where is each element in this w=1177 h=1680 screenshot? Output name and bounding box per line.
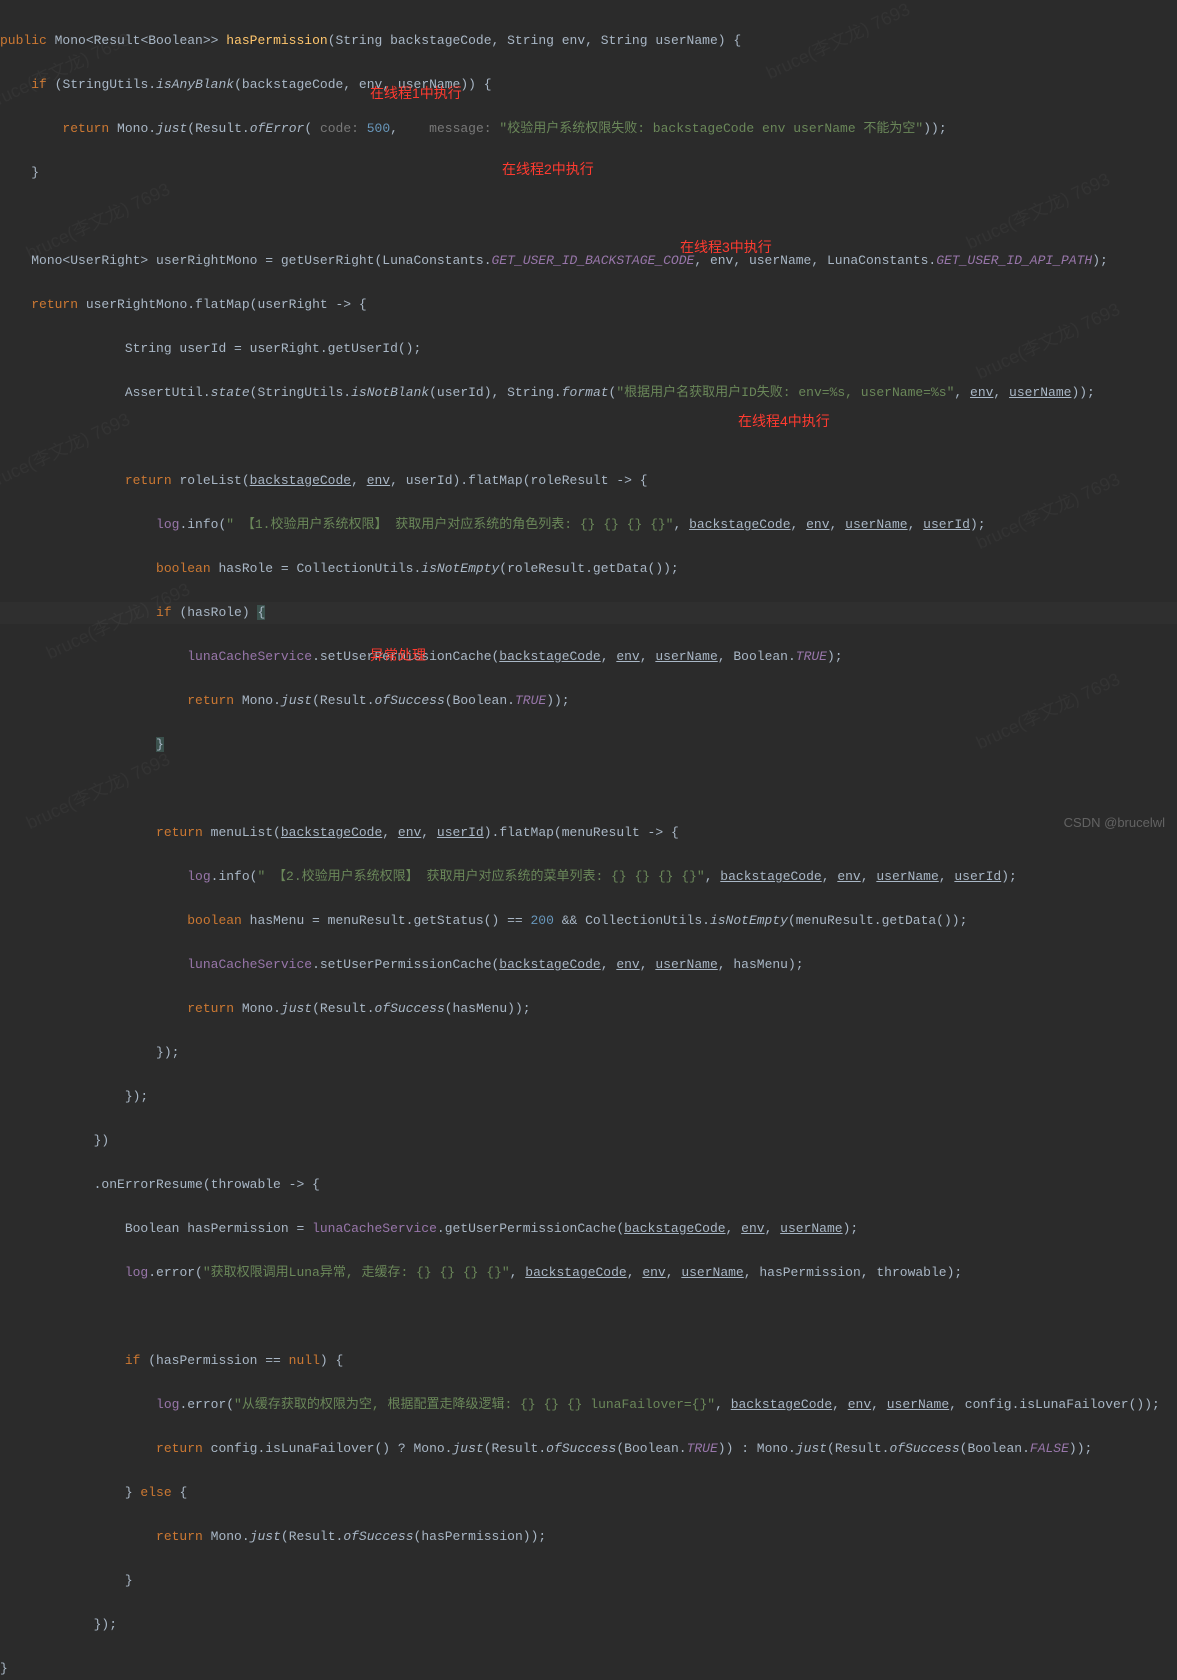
code-line: .onErrorResume(throwable -> { [0,1174,1177,1196]
annotation-thread2: 在线程2中执行 [502,158,594,180]
code-line: if (hasPermission == null) { [0,1350,1177,1372]
code-line: }); [0,1086,1177,1108]
code-line: return Mono.just(Result.ofSuccess(hasPer… [0,1526,1177,1548]
code-line: return Mono.just(Result.ofSuccess(Boolea… [0,690,1177,712]
code-line: boolean hasRole = CollectionUtils.isNotE… [0,558,1177,580]
code-line: log.error("从缓存获取的权限为空, 根据配置走降级逻辑: {} {} … [0,1394,1177,1416]
code-line: return menuList(backstageCode, env, user… [0,822,1177,844]
code-line: log.info(" 【1.校验用户系统权限】 获取用户对应系统的角色列表: {… [0,514,1177,536]
annotation-exception: 异常处理 [370,644,426,666]
footer-watermark: CSDN @brucelwl [1064,812,1165,834]
code-line: } [0,1570,1177,1592]
annotation-thread3: 在线程3中执行 [680,236,772,258]
code-line: }) [0,1130,1177,1152]
code-line [0,206,1177,228]
code-line: return roleList(backstageCode, env, user… [0,470,1177,492]
annotation-thread1: 在线程1中执行 [370,82,462,104]
code-line: String userId = userRight.getUserId(); [0,338,1177,360]
code-line: return userRightMono.flatMap(userRight -… [0,294,1177,316]
code-line: lunaCacheService.setUserPermissionCache(… [0,646,1177,668]
code-line: } [0,734,1177,756]
code-line: }); [0,1042,1177,1064]
code-editor: public Mono<Result<Boolean>> hasPermissi… [0,8,1177,1680]
annotation-thread4: 在线程4中执行 [738,410,830,432]
code-line-highlighted: if (hasRole) { [0,602,1177,624]
code-line: Mono<UserRight> userRightMono = getUserR… [0,250,1177,272]
code-line: log.info(" 【2.校验用户系统权限】 获取用户对应系统的菜单列表: {… [0,866,1177,888]
code-line [0,778,1177,800]
code-line: public Mono<Result<Boolean>> hasPermissi… [0,30,1177,52]
code-line: return config.isLunaFailover() ? Mono.ju… [0,1438,1177,1460]
code-line: return Mono.just(Result.ofError( code: 5… [0,118,1177,140]
code-line: return Mono.just(Result.ofSuccess(hasMen… [0,998,1177,1020]
code-line: }); [0,1614,1177,1636]
code-line: lunaCacheService.setUserPermissionCache(… [0,954,1177,976]
code-line [0,426,1177,448]
code-line: log.error("获取权限调用Luna异常, 走缓存: {} {} {} {… [0,1262,1177,1284]
code-line: boolean hasMenu = menuResult.getStatus()… [0,910,1177,932]
code-line: if (StringUtils.isAnyBlank(backstageCode… [0,74,1177,96]
code-line: } [0,1658,1177,1680]
code-line: AssertUtil.state(StringUtils.isNotBlank(… [0,382,1177,404]
code-line: } else { [0,1482,1177,1504]
code-line: Boolean hasPermission = lunaCacheService… [0,1218,1177,1240]
code-line [0,1306,1177,1328]
